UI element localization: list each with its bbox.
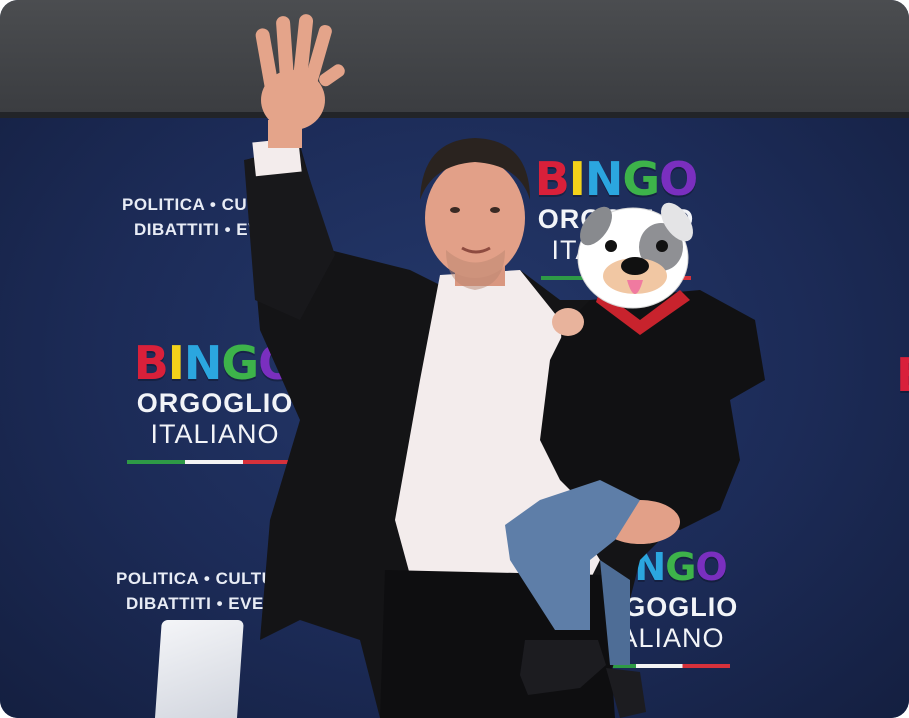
people-illustration — [244, 14, 765, 718]
waving-hand — [255, 14, 345, 148]
child-hand — [552, 308, 584, 336]
man-head — [420, 138, 530, 290]
photo-frame: POLITICA • CULTURA DIBATTITI • EVENTI BI… — [0, 0, 909, 718]
